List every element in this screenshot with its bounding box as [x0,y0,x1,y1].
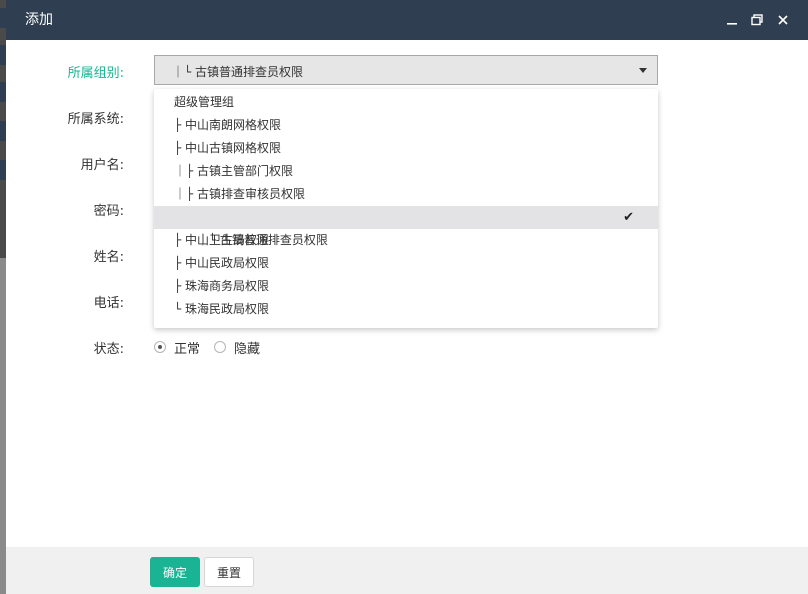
dropdown-option[interactable]: 超级管理组 [154,91,658,114]
dropdown-option[interactable]: ｜├ 古镇主管部门权限 [154,160,658,183]
reset-button[interactable]: 重置 [204,557,254,587]
dropdown-option-label: ├ 中山卫生局权限 [174,233,270,247]
dropdown-option[interactable]: ├ 珠海商务局权限 [154,275,658,298]
dropdown-option-selected[interactable]: ｜└ 古镇普通排查员权限 ✔ [154,206,658,247]
dropdown-option[interactable]: ├ 中山南朗网格权限 [154,114,658,137]
confirm-button[interactable]: 确定 [150,557,200,587]
dropdown-option-label: ｜├ 古镇主管部门权限 [174,164,294,178]
maximize-icon[interactable] [747,10,767,30]
dialog-footer: 确定 重置 [6,547,808,594]
group-select[interactable]: ｜└ 古镇普通排查员权限 [154,55,658,85]
checkmark-icon: ✔ [623,210,634,225]
dropdown-option-label: 超级管理组 [174,95,235,109]
dropdown-option[interactable]: └ 珠海民政局权限 [154,298,658,321]
phone-label: 电话: [93,296,124,311]
chevron-down-icon [639,68,647,73]
system-label: 所属系统: [67,112,124,127]
add-dialog: 添加 所属组别: 所属系统: 用户名: 密码: 姓名: 电话: 状态: ｜└ 古… [6,0,808,594]
dropdown-option[interactable]: ├ 中山民政局权限 [154,252,658,275]
status-radio-normal[interactable] [154,341,166,353]
group-dropdown: 超级管理组 ├ 中山南朗网格权限 ├ 中山古镇网格权限 ｜├ 古镇主管部门权限 … [154,89,658,328]
status-label: 状态: [93,342,124,357]
dropdown-option-label: ├ 中山南朗网格权限 [174,118,282,132]
password-label: 密码: [93,204,124,219]
dropdown-option-label: ｜├ 古镇排查审核员权限 [174,187,306,201]
dropdown-option[interactable]: ├ 中山卫生局权限 [154,229,658,252]
close-icon[interactable] [773,10,793,30]
status-hidden-label[interactable]: 隐藏 [234,338,260,357]
status-normal-label[interactable]: 正常 [174,338,200,357]
username-label: 用户名: [80,158,124,173]
status-radio-group: 正常 隐藏 [154,338,274,357]
group-select-value: ｜└ 古镇普通排查员权限 [172,65,304,79]
dropdown-option[interactable]: ├ 中山古镇网格权限 [154,137,658,160]
minimize-icon[interactable] [722,10,742,30]
group-label: 所属组别: [67,66,124,81]
status-radio-hidden[interactable] [214,341,227,353]
dropdown-option-label: ├ 中山民政局权限 [174,256,270,270]
dropdown-option-label: └ 珠海民政局权限 [174,302,270,316]
dialog-titlebar[interactable]: 添加 [6,0,808,40]
dialog-title: 添加 [25,12,53,28]
name-label: 姓名: [93,250,124,265]
dropdown-option-label: ├ 珠海商务局权限 [174,279,270,293]
dropdown-option-label: ├ 中山古镇网格权限 [174,141,282,155]
dropdown-option[interactable]: ｜├ 古镇排查审核员权限 [154,183,658,206]
